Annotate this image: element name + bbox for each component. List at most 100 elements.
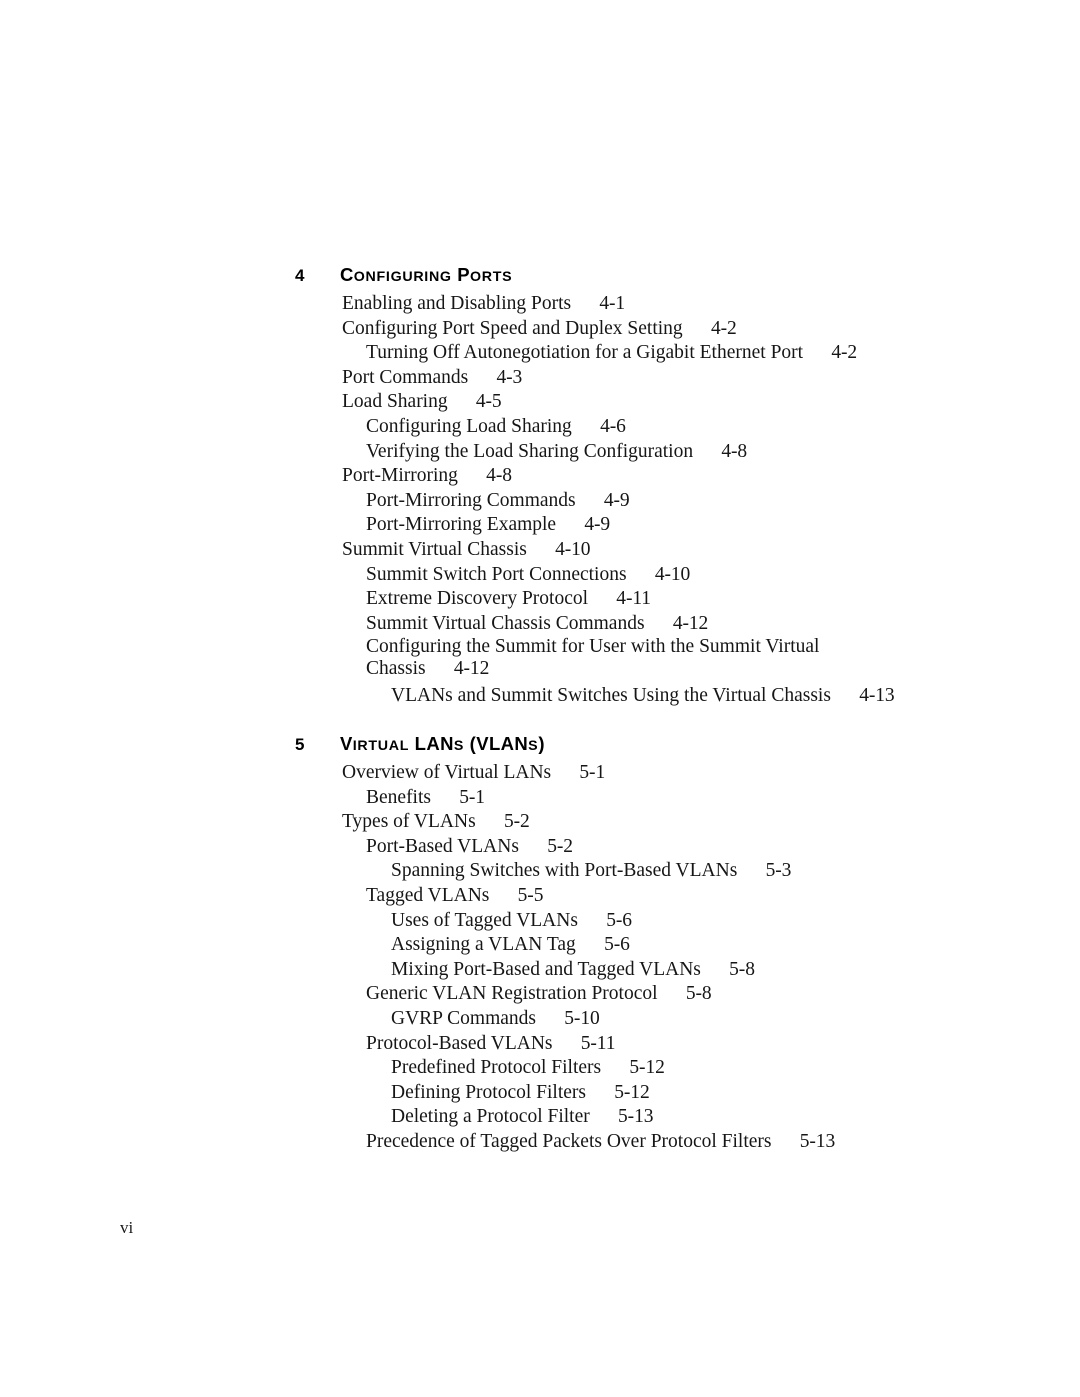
chapter-title-part: S — [528, 738, 539, 754]
toc-entry[interactable]: Generic VLAN Registration Protocol 5-8 — [0, 982, 1080, 1007]
toc-entry[interactable]: Verifying the Load Sharing Configuration… — [0, 440, 1080, 465]
page-number-folio: vi — [120, 1218, 134, 1237]
toc-entry-page-number: 4-2 — [831, 342, 858, 364]
toc-entry-page-number: 5-11 — [580, 1032, 616, 1054]
toc-entry[interactable]: GVRP Commands 5-10 — [0, 1007, 1080, 1032]
toc-entry-title: Extreme Discovery Protocol — [366, 588, 589, 610]
toc-entry-title: Port-Mirroring — [342, 465, 458, 487]
toc-entry-title: Port-Based VLANs — [366, 835, 519, 857]
toc-entry-title: Assigning a VLAN Tag — [391, 934, 576, 956]
chapter-number-4: 4 — [295, 266, 305, 285]
toc-entry[interactable]: Uses of Tagged VLANs 5-6 — [0, 909, 1080, 934]
toc-entry[interactable]: Port Commands 4-3 — [0, 366, 1080, 391]
chapter-title-part: (VLAN — [464, 733, 529, 754]
toc-entry-title: Deleting a Protocol Filter — [391, 1106, 590, 1128]
toc-entry-page-number: 4-6 — [600, 415, 626, 437]
toc-entry-title: VLANs and Summit Switches Using the Virt… — [391, 685, 831, 707]
toc-entry-page-number: 5-2 — [547, 835, 573, 857]
chapter-title-part: ) — [538, 733, 545, 754]
toc-entry-title: Precedence of Tagged Packets Over Protoc… — [366, 1130, 772, 1152]
toc-entry-title: Enabling and Disabling Ports — [342, 293, 572, 314]
toc-entry[interactable]: Port-Mirroring 4-8 — [0, 464, 1080, 489]
toc-entry-page-number: 4-13 — [859, 685, 895, 707]
chapter-title-part: ORTS — [470, 269, 513, 285]
toc-entry[interactable]: Mixing Port-Based and Tagged VLANs 5-8 — [0, 958, 1080, 983]
toc-entry[interactable]: Summit Virtual Chassis Commands 4-12 — [0, 612, 1080, 637]
chapter-title-part: V — [340, 733, 353, 754]
toc-entry[interactable]: Configuring the Summit for User with the… — [0, 636, 1080, 657]
toc-entry-title: Configuring Load Sharing — [366, 415, 572, 437]
toc-entry-title: Overview of Virtual LANs — [342, 762, 552, 783]
toc-entry-page-number: 5-3 — [765, 860, 792, 882]
toc-entry[interactable]: Chassis 4-12 — [0, 657, 1080, 684]
toc-entry-page-number: 5-5 — [517, 884, 544, 906]
toc-entry[interactable]: Precedence of Tagged Packets Over Protoc… — [0, 1130, 1080, 1155]
chapter-section-4: 4 CONFIGURING PORTS Enabling and Disabli… — [0, 262, 1080, 706]
toc-entry[interactable]: Predefined Protocol Filters 5-12 — [0, 1056, 1080, 1081]
chapter-title-part: P — [451, 264, 470, 285]
toc-entry[interactable]: Enabling and Disabling Ports 4-1 — [0, 292, 1080, 317]
chapter-title-part: S — [453, 738, 465, 754]
toc-entry-page-number: 5-8 — [729, 958, 755, 980]
toc-entry[interactable]: Tagged VLANs 5-5 — [0, 884, 1080, 909]
chapter-number-5: 5 — [295, 735, 305, 754]
chapter-title-4: CONFIGURING PORTS — [340, 264, 512, 286]
toc-entries-chapter-4: Enabling and Disabling Ports 4-1 Configuri… — [0, 292, 1080, 709]
toc-entry[interactable]: Port-Mirroring Commands 4-9 — [0, 489, 1080, 514]
toc-entry-title: Mixing Port-Based and Tagged VLANs — [391, 958, 701, 980]
toc-entry[interactable]: Turning Off Autonegotiation for a Gigabi… — [0, 341, 1080, 366]
toc-entry-page-number: 4-1 — [599, 293, 626, 314]
toc-entry[interactable]: Benefits 5-1 — [0, 786, 1080, 811]
toc-entry[interactable]: Deleting a Protocol Filter 5-13 — [0, 1105, 1080, 1130]
toc-entry-title: Uses of Tagged VLANs — [391, 909, 578, 931]
chapter-heading-5: 5 VIRTUAL LANS (VLANS) — [0, 731, 1080, 761]
chapter-title-part: C — [340, 264, 354, 285]
toc-entry-page-number: 4-10 — [555, 538, 591, 560]
toc-entries-chapter-5: Overview of Virtual LANs 5-1 Benefits 5-1 Ty… — [0, 761, 1080, 1155]
toc-entry-title: Defining Protocol Filters — [391, 1081, 586, 1103]
chapter-heading-4: 4 CONFIGURING PORTS — [0, 262, 1080, 292]
toc-entry[interactable]: Types of VLANs 5-2 — [0, 810, 1080, 835]
toc-entry-title: Load Sharing — [342, 391, 448, 413]
toc-entry-title: Benefits — [366, 786, 431, 808]
toc-entry-title: Configuring the Summit for User with the… — [366, 636, 820, 658]
toc-entry-title: Spanning Switches with Port-Based VLANs — [391, 860, 738, 882]
toc-entry-page-number: 5-13 — [799, 1130, 836, 1152]
toc-entry-title: Configuring Port Speed and Duplex Settin… — [342, 317, 683, 339]
toc-entry-page-number: 4-12 — [672, 612, 709, 634]
toc-entry-page-number: 4-11 — [616, 588, 651, 610]
toc-entry[interactable]: Configuring Port Speed and Duplex Settin… — [0, 317, 1080, 342]
toc-entry[interactable]: VLANs and Summit Switches Using the Virt… — [0, 684, 1080, 709]
toc-entry-title: Verifying the Load Sharing Configuration — [366, 440, 694, 462]
toc-entry-title: GVRP Commands — [391, 1007, 537, 1029]
toc-entry-title: Port Commands — [342, 366, 469, 388]
toc-entry[interactable]: Overview of Virtual LANs 5-1 — [0, 761, 1080, 786]
toc-entry[interactable]: Assigning a VLAN Tag 5-6 — [0, 933, 1080, 958]
toc-entry-page-number: 5-1 — [579, 762, 606, 783]
toc-entry-page-number: 4-5 — [475, 391, 502, 413]
toc-entry[interactable]: Protocol-Based VLANs 5-11 — [0, 1032, 1080, 1057]
toc-entry[interactable]: Port-Based VLANs 5-2 — [0, 835, 1080, 860]
toc-entry[interactable]: Defining Protocol Filters 5-12 — [0, 1081, 1080, 1106]
chapter-title-part: ONFIGURING — [353, 269, 452, 285]
toc-entry[interactable]: Summit Virtual Chassis 4-10 — [0, 538, 1080, 563]
toc-entry[interactable]: Spanning Switches with Port-Based VLANs 5… — [0, 859, 1080, 884]
toc-entry[interactable]: Load Sharing 4-5 — [0, 390, 1080, 415]
toc-entry-page-number: 5-6 — [604, 934, 630, 956]
chapter-title-part: IRTUAL — [352, 738, 410, 754]
toc-entry-page-number: 4-8 — [721, 440, 748, 462]
toc-entry[interactable]: Summit Switch Port Connections 4-10 — [0, 563, 1080, 588]
toc-entry-title: Tagged VLANs — [366, 884, 490, 906]
toc-entry-page-number: 5-6 — [606, 909, 632, 931]
chapter-section-5: 5 VIRTUAL LANS (VLANS) Overview of Virtu… — [0, 731, 1080, 1152]
toc-entry-page-number: 4-3 — [496, 366, 523, 388]
toc-entry-title: Summit Virtual Chassis — [342, 538, 527, 560]
toc-entry[interactable]: Port-Mirroring Example 4-9 — [0, 513, 1080, 538]
toc-entry[interactable]: Configuring Load Sharing 4-6 — [0, 415, 1080, 440]
toc-entry-page-number: 4-2 — [710, 317, 737, 339]
toc-entry[interactable]: Extreme Discovery Protocol 4-11 — [0, 587, 1080, 612]
toc-entry-title: Port-Mirroring Commands — [366, 489, 576, 511]
toc-entry-page-number: 4-9 — [603, 489, 630, 511]
toc-entry-page-number: 5-12 — [629, 1057, 665, 1079]
toc-entry-page-number: 4-9 — [584, 514, 611, 536]
